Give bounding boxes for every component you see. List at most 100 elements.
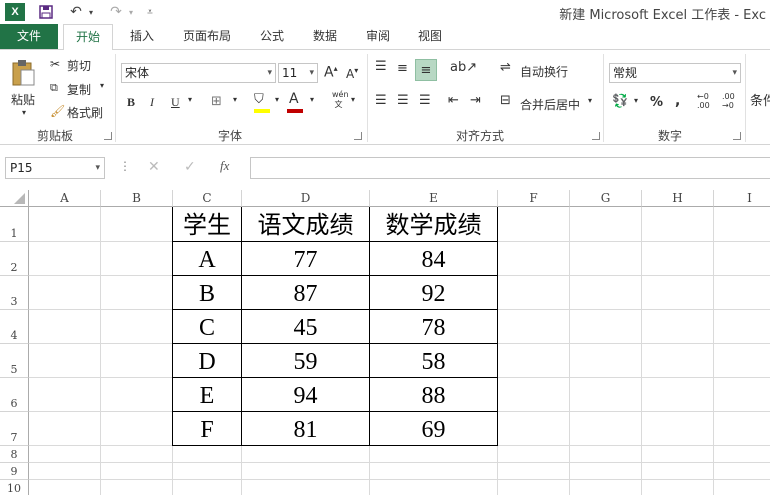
font-size-combo[interactable]: 11 ▾	[278, 63, 318, 83]
decrease-font-icon[interactable]: A▾	[346, 66, 358, 81]
table-cell[interactable]: 78	[370, 310, 498, 344]
table-header-student[interactable]: 学生	[173, 207, 242, 242]
table-cell[interactable]: 94	[242, 378, 370, 412]
table-cell[interactable]: 92	[370, 276, 498, 310]
table-cell[interactable]: A	[173, 242, 242, 276]
orientation-icon[interactable]: ab↗	[450, 60, 477, 75]
conditional-format-button[interactable]: 条件	[750, 90, 770, 109]
row-header-1[interactable]: 1	[0, 207, 29, 242]
font-launcher-icon[interactable]	[354, 132, 362, 140]
row-header-10[interactable]: 10	[0, 480, 29, 495]
table-cell[interactable]: F	[173, 412, 242, 446]
copy-icon[interactable]: ⧉	[50, 81, 58, 95]
table-cell[interactable]: D	[173, 344, 242, 378]
table-header-math-score[interactable]: 数学成绩	[370, 207, 498, 242]
table-cell[interactable]: 59	[242, 344, 370, 378]
name-box[interactable]: P15 ▾	[5, 157, 105, 179]
redo-icon[interactable]: ↷	[106, 3, 126, 21]
merge-center-icon[interactable]: ⊟	[500, 93, 511, 108]
tab-file[interactable]: 文件	[0, 24, 58, 49]
column-header-g[interactable]: G	[570, 190, 642, 207]
tab-formulas[interactable]: 公式	[252, 24, 292, 49]
tab-data[interactable]: 数据	[305, 24, 345, 49]
font-color-icon[interactable]: A	[289, 91, 299, 107]
format-painter-button[interactable]: 格式刷	[67, 104, 103, 121]
italic-button[interactable]: I	[150, 95, 154, 110]
row-header-5[interactable]: 5	[0, 344, 29, 378]
table-cell[interactable]: 81	[242, 412, 370, 446]
row-header-7[interactable]: 7	[0, 412, 29, 446]
customize-toolbar-icon[interactable]: ⩡	[144, 3, 156, 21]
paste-icon[interactable]	[8, 58, 38, 88]
align-top-icon[interactable]: ☰	[375, 59, 387, 74]
font-name-combo[interactable]: 宋体 ▾	[121, 63, 276, 83]
table-header-chinese-score[interactable]: 语文成绩	[242, 207, 370, 242]
table-cell[interactable]: E	[173, 378, 242, 412]
cut-icon[interactable]: ✂	[50, 57, 60, 71]
wrap-text-button[interactable]: 自动换行	[520, 63, 568, 80]
wrap-text-icon[interactable]: ⇌	[500, 60, 511, 75]
table-cell[interactable]: 88	[370, 378, 498, 412]
table-cell[interactable]: 87	[242, 276, 370, 310]
font-color-dropdown-icon[interactable]: ▾	[310, 95, 314, 104]
column-header-b[interactable]: B	[101, 190, 173, 207]
percent-button[interactable]: %	[650, 95, 663, 110]
alignment-launcher-icon[interactable]	[592, 132, 600, 140]
cancel-icon[interactable]: ✕	[148, 159, 160, 175]
copy-dropdown-icon[interactable]: ▾	[100, 81, 104, 90]
align-right-icon[interactable]: ☰	[419, 93, 431, 108]
merge-center-button[interactable]: 合并后居中	[520, 96, 580, 113]
undo-icon[interactable]: ↶	[66, 3, 86, 21]
underline-dropdown-icon[interactable]: ▾	[188, 95, 192, 104]
copy-button[interactable]: 复制	[67, 81, 91, 98]
table-cell[interactable]: 58	[370, 344, 498, 378]
table-cell[interactable]: B	[173, 276, 242, 310]
column-header-i[interactable]: I	[714, 190, 770, 207]
format-painter-icon[interactable]: 🖌	[50, 104, 65, 118]
tab-insert[interactable]: 插入	[122, 24, 162, 49]
decrease-decimal-icon[interactable]: .00 →0	[722, 92, 735, 110]
tab-home[interactable]: 开始	[63, 24, 113, 50]
comma-button[interactable]: ,	[675, 93, 680, 109]
increase-indent-icon[interactable]: ⇥	[470, 93, 481, 108]
column-header-h[interactable]: H	[642, 190, 714, 207]
save-icon[interactable]	[36, 3, 56, 21]
borders-icon[interactable]: ⊞	[211, 94, 222, 109]
table-cell[interactable]: 84	[370, 242, 498, 276]
increase-decimal-icon[interactable]: ←0.00	[697, 92, 710, 110]
increase-font-icon[interactable]: A▴	[324, 64, 338, 81]
underline-button[interactable]: U	[171, 95, 180, 110]
accounting-format-icon[interactable]: 💱	[612, 94, 628, 109]
table-cell[interactable]: 45	[242, 310, 370, 344]
align-middle-icon[interactable]: ≡	[397, 61, 408, 76]
borders-dropdown-icon[interactable]: ▾	[233, 95, 237, 104]
table-cell[interactable]: 77	[242, 242, 370, 276]
worksheet-grid[interactable]: A B C D E F G H I 1 2 3 4 5 6 7 8 9 10 学…	[0, 190, 770, 495]
phonetic-icon[interactable]: wén 文	[332, 90, 349, 110]
row-header-3[interactable]: 3	[0, 276, 29, 310]
insert-function-icon[interactable]: fx	[220, 158, 229, 174]
align-left-icon[interactable]: ☰	[375, 93, 387, 108]
cut-button[interactable]: 剪切	[67, 57, 91, 74]
tab-view[interactable]: 视图	[410, 24, 450, 49]
align-bottom-icon[interactable]: ≡	[415, 59, 437, 81]
undo-dropdown-icon[interactable]: ▾	[86, 3, 96, 21]
column-header-a[interactable]: A	[29, 190, 101, 207]
merge-dropdown-icon[interactable]: ▾	[588, 96, 592, 105]
formula-input[interactable]	[250, 157, 770, 179]
accounting-dropdown-icon[interactable]: ▾	[634, 96, 638, 105]
decrease-indent-icon[interactable]: ⇤	[448, 93, 459, 108]
paste-button[interactable]: 粘贴	[11, 91, 35, 108]
bold-button[interactable]: B	[127, 95, 135, 110]
table-cell[interactable]: 69	[370, 412, 498, 446]
row-header-6[interactable]: 6	[0, 378, 29, 412]
redo-dropdown-icon[interactable]: ▾	[126, 3, 136, 21]
row-header-8[interactable]: 8	[0, 446, 29, 463]
phonetic-dropdown-icon[interactable]: ▾	[351, 95, 355, 104]
column-header-f[interactable]: F	[498, 190, 570, 207]
table-cell[interactable]: C	[173, 310, 242, 344]
row-header-9[interactable]: 9	[0, 463, 29, 480]
number-launcher-icon[interactable]	[733, 132, 741, 140]
clipboard-launcher-icon[interactable]	[104, 132, 112, 140]
tab-page-layout[interactable]: 页面布局	[175, 24, 239, 49]
